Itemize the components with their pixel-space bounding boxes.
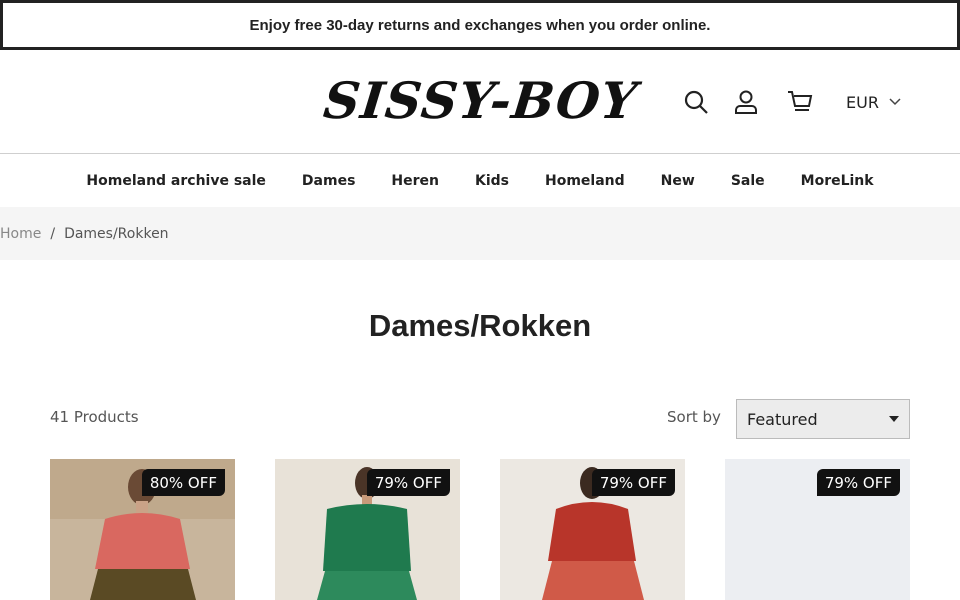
currency-selector[interactable]: EUR [846,90,901,114]
announcement-text: Enjoy free 30-day returns and exchanges … [249,16,711,34]
breadcrumb: Home / Dames/Rokken [0,207,960,260]
discount-badge: 80% OFF [141,469,225,496]
nav-item-new[interactable]: New [661,173,695,189]
breadcrumb-separator: / [50,225,56,242]
search-icon[interactable] [682,88,710,116]
nav-item-heren[interactable]: Heren [391,173,439,189]
chevron-down-icon [889,98,901,106]
brand-logo[interactable]: SISSY-BOY [321,64,641,136]
breadcrumb-current: Dames/Rokken [64,225,169,242]
breadcrumb-home-link[interactable]: Home [0,226,41,242]
product-card[interactable]: 80% OFF [50,459,235,600]
main-navigation: Homeland archive sale Dames Heren Kids H… [0,155,960,207]
logo-text: SISSY-BOY [321,70,641,130]
cart-icon[interactable] [786,88,814,116]
account-icon[interactable] [732,88,760,116]
sort-label: Sort by [667,408,721,426]
discount-badge: 79% OFF [816,469,900,496]
discount-badge: 79% OFF [591,469,675,496]
product-card[interactable]: 79% OFF [725,459,910,600]
nav-item-sale[interactable]: Sale [731,173,765,189]
nav-item-dames[interactable]: Dames [302,173,355,189]
nav-item-homeland-archive-sale[interactable]: Homeland archive sale [86,173,266,189]
product-card[interactable]: 79% OFF [500,459,685,600]
site-header: SISSY-BOY EUR [0,50,960,154]
nav-item-kids[interactable]: Kids [475,173,509,189]
product-card[interactable]: 79% OFF [275,459,460,600]
announcement-bar: Enjoy free 30-day returns and exchanges … [0,0,960,50]
sort-selected-value: Featured [747,409,818,429]
nav-item-homeland[interactable]: Homeland [545,173,625,189]
product-count: 41 Products [50,408,139,426]
chevron-down-icon [889,416,899,422]
nav-item-more[interactable]: MoreLink [801,173,874,189]
sort-select[interactable]: Featured [736,399,910,439]
page-title: Dames/Rokken [368,308,592,343]
currency-label: EUR [846,92,879,112]
discount-badge: 79% OFF [366,469,450,496]
